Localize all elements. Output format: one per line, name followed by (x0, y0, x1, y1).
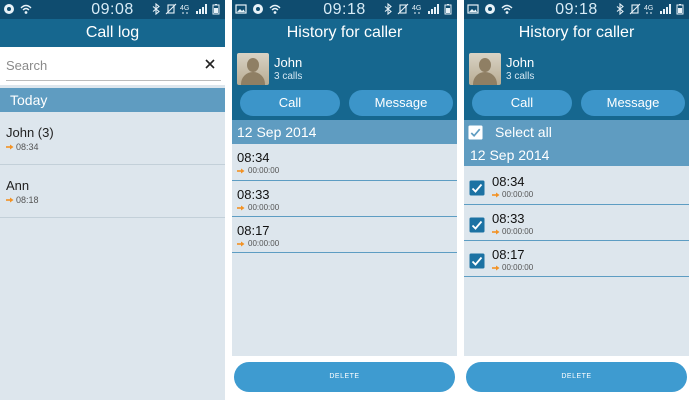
divider (0, 217, 225, 218)
4g-icon (180, 3, 192, 15)
select-all-row[interactable]: Select all (464, 120, 689, 144)
battery-icon (674, 3, 686, 15)
checkbox-checked-icon[interactable] (469, 253, 485, 269)
mute-icon (629, 3, 641, 15)
outgoing-arrow-icon (492, 265, 500, 271)
search-input[interactable] (6, 58, 196, 73)
call-time: 08:17 (492, 247, 525, 262)
divider (464, 276, 689, 277)
mute-icon (165, 3, 177, 15)
history-item[interactable]: 08:34 00:00:00 (232, 144, 457, 180)
search-underline (6, 80, 221, 81)
status-bar: 09:18 (232, 0, 457, 19)
page-title: History for caller (232, 19, 457, 47)
caller-name: John (274, 55, 303, 70)
checkbox-checked-icon[interactable] (468, 125, 483, 140)
avatar (237, 53, 269, 85)
avatar (469, 53, 501, 85)
caller-name: John (3) (6, 125, 54, 140)
signal-icon (659, 3, 671, 15)
message-button[interactable]: Message (581, 90, 685, 116)
call-time: 08:34 (16, 142, 39, 152)
bluetooth-icon (382, 3, 394, 15)
history-item[interactable]: 08:34 00:00:00 (464, 168, 689, 204)
call-time: 08:17 (237, 223, 270, 238)
message-button[interactable]: Message (349, 90, 453, 116)
signal-icon (427, 3, 439, 15)
bottom-bar: DELETE (464, 356, 689, 400)
close-icon[interactable] (203, 57, 217, 71)
call-duration: 00:00:00 (502, 263, 534, 272)
battery-icon (442, 3, 454, 15)
call-button[interactable]: Call (240, 90, 340, 116)
call-button[interactable]: Call (472, 90, 572, 116)
search-bar (0, 47, 225, 85)
caller-name: John (506, 55, 535, 70)
call-count: 3 calls (506, 71, 535, 82)
bluetooth-icon (614, 3, 626, 15)
status-bar: 09:08 (0, 0, 225, 19)
mute-icon (397, 3, 409, 15)
page-title: Call log (0, 19, 225, 47)
4g-icon (644, 3, 656, 15)
outgoing-arrow-icon (492, 229, 500, 235)
delete-button[interactable]: DELETE (234, 362, 455, 392)
battery-icon (210, 3, 222, 15)
divider (232, 252, 457, 253)
bottom-bar: DELETE (232, 356, 457, 400)
call-duration: 00:00:00 (248, 203, 280, 212)
date-header: 12 Sep 2014 (232, 120, 457, 144)
history-item[interactable]: 08:33 00:00:00 (464, 205, 689, 241)
call-log-item[interactable]: Ann 08:18 (0, 165, 225, 217)
outgoing-arrow-icon (237, 241, 245, 247)
call-time: 08:18 (16, 195, 39, 205)
checkbox-checked-icon[interactable] (469, 217, 485, 233)
outgoing-arrow-icon (237, 205, 245, 211)
call-time: 08:33 (492, 211, 525, 226)
outgoing-arrow-icon (6, 144, 14, 150)
history-screen: 09:18 History for caller John 3 calls Ca… (232, 0, 457, 400)
call-log-item[interactable]: John (3) 08:34 (0, 112, 225, 164)
outgoing-arrow-icon (492, 192, 500, 198)
delete-button[interactable]: DELETE (466, 362, 687, 392)
status-bar: 09:18 (464, 0, 689, 19)
signal-icon (195, 3, 207, 15)
outgoing-arrow-icon (6, 197, 14, 203)
caller-header: History for caller John 3 calls Call Mes… (232, 19, 457, 120)
call-time: 08:34 (237, 150, 270, 165)
call-duration: 00:00:00 (502, 227, 534, 236)
outgoing-arrow-icon (237, 168, 245, 174)
date-header: 12 Sep 2014 (464, 144, 689, 166)
call-duration: 00:00:00 (248, 239, 280, 248)
call-duration: 00:00:00 (502, 190, 534, 199)
4g-icon (412, 3, 424, 15)
select-all-label: Select all (495, 124, 552, 140)
call-time: 08:33 (237, 187, 270, 202)
history-item[interactable]: 08:33 00:00:00 (232, 181, 457, 217)
history-item[interactable]: 08:17 00:00:00 (232, 217, 457, 253)
page-title: History for caller (464, 19, 689, 47)
call-duration: 00:00:00 (248, 166, 280, 175)
history-item[interactable]: 08:17 00:00:00 (464, 241, 689, 277)
checkbox-checked-icon[interactable] (469, 180, 485, 196)
history-select-screen: 09:18 History for caller John 3 calls Ca… (464, 0, 689, 400)
call-count: 3 calls (274, 71, 303, 82)
bluetooth-icon (150, 3, 162, 15)
caller-name: Ann (6, 178, 30, 193)
caller-header: History for caller John 3 calls Call Mes… (464, 19, 689, 120)
call-time: 08:34 (492, 174, 525, 189)
call-log-screen: 09:08 Call log Today John (3) 08:34 Ann … (0, 0, 225, 400)
section-header-today: Today (0, 88, 225, 112)
